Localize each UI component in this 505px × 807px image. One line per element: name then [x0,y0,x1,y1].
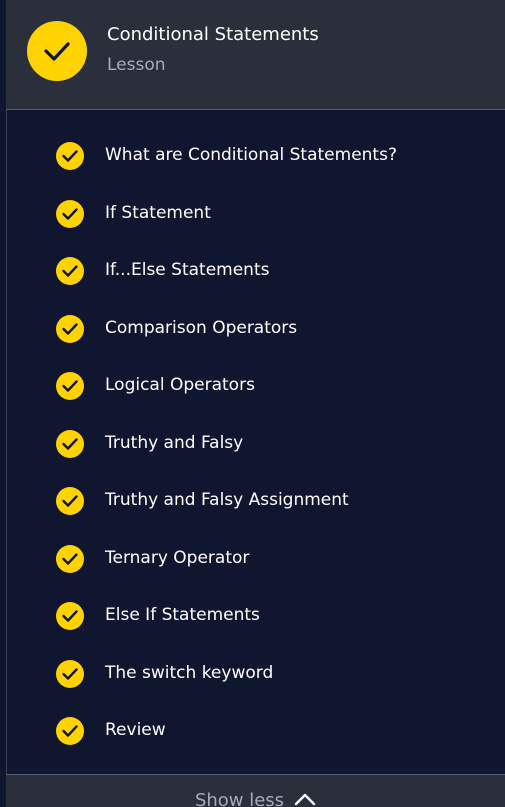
lesson-item-label: Truthy and Falsy [105,432,244,453]
show-less-button[interactable]: Show less [6,774,505,807]
check-circle-icon [56,257,84,285]
check-circle-icon [56,314,84,343]
show-less-label: Show less [194,790,285,807]
lesson-item[interactable]: If Statement [0,184,505,242]
check-circle-icon [56,487,84,515]
check-circle-icon [56,429,84,458]
lesson-item-label: Review [105,720,166,740]
lesson-item[interactable]: Truthy and Falsy Assignment [0,471,505,529]
lesson-item-label: Ternary Operator [105,547,250,568]
lesson-item[interactable]: Truthy and Falsy [0,414,505,472]
lesson-item[interactable]: The switch keyword [0,644,505,702]
lesson-item-label: Comparison Operators [105,317,298,338]
lesson-item[interactable]: Logical Operators [0,356,505,414]
check-circle-icon [56,717,84,745]
lesson-item-label: If Statement [105,202,211,223]
lesson-item[interactable]: If...Else Statements [0,241,505,299]
check-circle-icon [56,372,84,400]
check-circle-icon [56,199,84,228]
lesson-panel: Conditional Statements Lesson What are C… [0,0,505,807]
lesson-item[interactable]: What are Conditional Statements? [0,126,505,184]
check-circle-icon [56,602,84,630]
lesson-item-label: Else If Statements [105,605,260,625]
check-circle-icon [56,659,84,688]
check-circle-icon [56,142,84,170]
check-icon [44,42,70,61]
lesson-item-label: Logical Operators [105,375,255,395]
lesson-item[interactable]: Ternary Operator [0,529,505,587]
lesson-complete-badge [27,21,87,81]
lesson-list: What are Conditional Statements? If State… [0,126,505,759]
lesson-item-label: Truthy and Falsy Assignment [105,490,349,510]
lesson-title: Conditional Statements [107,24,319,45]
chevron-up-icon [294,793,316,806]
lesson-item[interactable]: Review [0,701,505,759]
check-circle-icon [56,544,84,573]
lesson-item[interactable]: Comparison Operators [0,299,505,357]
lesson-item[interactable]: Else If Statements [0,586,505,644]
lesson-header[interactable]: Conditional Statements Lesson [6,0,505,110]
lesson-item-label: If...Else Statements [105,260,270,280]
lesson-item-label: The switch keyword [105,662,274,683]
lesson-type-label: Lesson [107,55,166,75]
lesson-item-label: What are Conditional Statements? [105,145,397,165]
